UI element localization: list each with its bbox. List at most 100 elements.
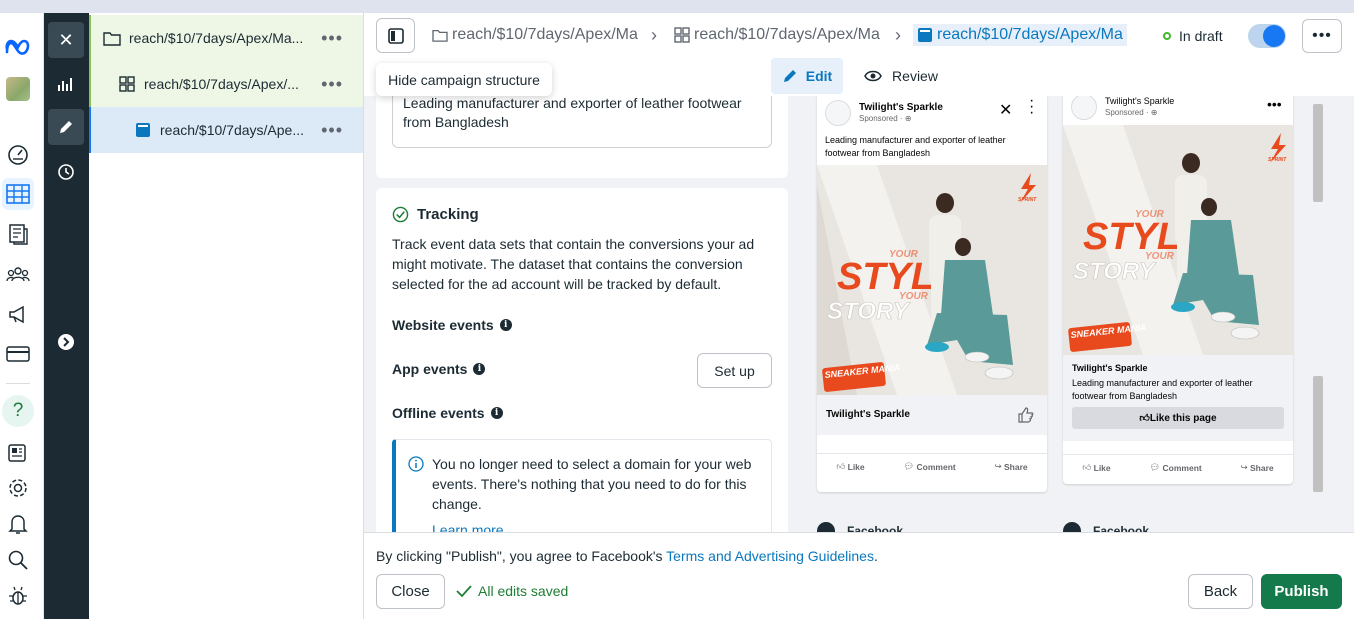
hide-structure-button[interactable]	[376, 18, 415, 53]
like-page-button[interactable]: 👍︎ Like this page	[1072, 407, 1284, 429]
megaphone-icon[interactable]	[2, 298, 34, 330]
primary-text-field[interactable]: Leading manufacturer and exporter of lea…	[392, 96, 772, 148]
notice-text: You no longer need to select a domain fo…	[432, 456, 752, 512]
eye-icon	[864, 70, 882, 82]
notifications-icon[interactable]	[2, 508, 34, 540]
table-icon[interactable]	[2, 178, 34, 210]
more-options-icon[interactable]: •••	[321, 29, 343, 47]
logo-text: SPRINT	[1268, 157, 1287, 163]
ad-preview-panel: Twilight's Sparkle Sponsored · ⊕ ✕ · · · L…	[800, 96, 1354, 532]
more-options-icon[interactable]: •••	[1267, 96, 1282, 112]
help-icon[interactable]: ?	[2, 395, 34, 427]
close-icon[interactable]: ✕	[999, 100, 1012, 120]
comment-label: Comment	[916, 461, 956, 472]
tab-edit[interactable]: Edit	[771, 58, 843, 94]
status-label: In draft	[1179, 28, 1223, 44]
analytics-icon[interactable]	[48, 66, 84, 102]
tree-item-label: reach/$10/7days/Ape...	[160, 122, 304, 138]
like-action[interactable]: 👍︎ Like	[836, 461, 864, 472]
check-icon	[456, 585, 472, 598]
set-up-button[interactable]: Set up	[697, 353, 772, 388]
like-page-label: Like this page	[1149, 412, 1217, 424]
like-label: Like	[847, 461, 865, 472]
offline-events-text: Offline events	[392, 405, 485, 421]
info-icon[interactable]: i	[499, 319, 512, 331]
terms-text: By clicking "Publish", you agree to Face…	[376, 548, 667, 564]
history-icon[interactable]	[48, 154, 84, 190]
sponsored-label: Sponsored · ⊕	[859, 114, 912, 123]
breadcrumb-label: reach/$10/7days/Apex/Ma	[694, 26, 880, 43]
more-options-button[interactable]: •••	[1302, 19, 1342, 53]
more-options-icon[interactable]: •••	[321, 121, 343, 139]
learn-more-link[interactable]: Learn more	[432, 522, 504, 532]
breadcrumb-ad[interactable]: reach/$10/7days/Apex/Ma	[913, 24, 1127, 46]
ad-creative-image: SPRINT YOUR STYLE YOUR STORY SNEAKER MAN…	[817, 165, 1047, 395]
tree-item-ad[interactable]: reach/$10/7days/Ape... •••	[89, 107, 363, 153]
status-toggle[interactable]	[1248, 24, 1286, 48]
ad-preview-feed[interactable]: Twilight's Sparkle Sponsored · ⊕ ✕ · · · L…	[817, 96, 1047, 492]
pages-icon[interactable]	[2, 218, 34, 250]
ad-actions: 👍︎ Like 💬︎ Comment ↪ Share	[1063, 454, 1293, 480]
share-action[interactable]: ↪ Share	[995, 461, 1028, 472]
info-circle-icon	[408, 456, 424, 472]
tracking-title: Tracking	[392, 206, 479, 223]
profile-thumbnail[interactable]	[2, 73, 34, 105]
close-icon[interactable]: ✕	[48, 22, 84, 58]
scrollbar-thumb[interactable]	[1313, 376, 1323, 492]
comment-action[interactable]: 💬︎ Comment	[1149, 462, 1201, 473]
sidebar-toggle-icon	[387, 27, 404, 44]
placement-label: Facebook	[817, 522, 903, 532]
folder-icon	[432, 29, 448, 42]
tooltip: Hide campaign structure	[376, 63, 552, 96]
tree-item-adset[interactable]: reach/$10/7days/Apex/... •••	[89, 61, 363, 107]
meta-logo-icon[interactable]	[2, 31, 34, 63]
dashboard-icon[interactable]	[2, 138, 34, 170]
app-events-label: App events i	[392, 361, 486, 377]
tree-item-campaign[interactable]: reach/$10/7days/Apex/Ma... •••	[89, 15, 363, 61]
search-icon[interactable]	[2, 544, 34, 576]
back-button[interactable]: Back	[1188, 574, 1253, 609]
info-icon[interactable]: i	[473, 363, 486, 375]
page-avatar	[1071, 96, 1097, 120]
settings-icon[interactable]	[2, 472, 34, 504]
pencil-icon[interactable]	[48, 109, 84, 145]
pencil-icon	[783, 70, 796, 82]
ad-body-text: Leading manufacturer and exporter of lea…	[1072, 378, 1253, 401]
bug-icon[interactable]	[2, 580, 34, 612]
publish-button[interactable]: Publish	[1261, 574, 1342, 609]
audience-icon[interactable]	[2, 258, 34, 290]
toggle-knob	[1263, 25, 1285, 47]
breadcrumb-campaign[interactable]: reach/$10/7days/Apex/Ma	[432, 26, 638, 44]
comment-label: Comment	[1162, 462, 1202, 473]
preview-scrollbar[interactable]	[1311, 96, 1325, 532]
more-vertical-icon[interactable]: · · ·	[1029, 96, 1034, 121]
share-action[interactable]: ↪ Share	[1241, 462, 1274, 473]
close-button[interactable]: Close	[376, 574, 445, 609]
grid-icon	[674, 27, 690, 43]
terms-suffix: .	[873, 548, 878, 564]
comment-action[interactable]: 💬︎ Comment	[903, 461, 955, 472]
page-name: Twilight's Sparkle	[1105, 96, 1175, 106]
share-label: Share	[1249, 462, 1274, 473]
more-options-icon[interactable]: •••	[321, 75, 343, 93]
save-status: All edits saved	[456, 583, 568, 599]
like-label: Like	[1093, 462, 1111, 473]
ad-preview-sidebar[interactable]: Twilight's Sparkle Sponsored · ⊕ ••• SPR…	[1063, 96, 1293, 484]
like-icon[interactable]	[1017, 406, 1035, 424]
breadcrumb-adset[interactable]: reach/$10/7days/Apex/Ma	[674, 26, 880, 44]
like-action[interactable]: 👍︎ Like	[1082, 462, 1110, 473]
tracking-card: Tracking Track event data sets that cont…	[376, 188, 788, 532]
page-avatar	[825, 100, 851, 126]
breadcrumb-label: reach/$10/7days/Apex/Ma	[937, 26, 1123, 43]
expand-icon[interactable]	[48, 324, 84, 360]
news-icon[interactable]	[2, 437, 34, 469]
scrollbar-thumb[interactable]	[1313, 104, 1323, 202]
billing-icon[interactable]	[2, 338, 34, 370]
editor-panel: Leading manufacturer and exporter of lea…	[364, 96, 800, 532]
tab-review[interactable]: Review	[856, 58, 946, 94]
ad-headline-bar: Twilight's Sparkle	[817, 395, 1047, 435]
facebook-icon	[817, 522, 835, 532]
terms-link[interactable]: Terms and Advertising Guidelines	[666, 548, 874, 564]
campaign-structure-panel: reach/$10/7days/Apex/Ma... ••• reach/$10…	[89, 13, 364, 619]
info-icon[interactable]: i	[490, 407, 503, 419]
